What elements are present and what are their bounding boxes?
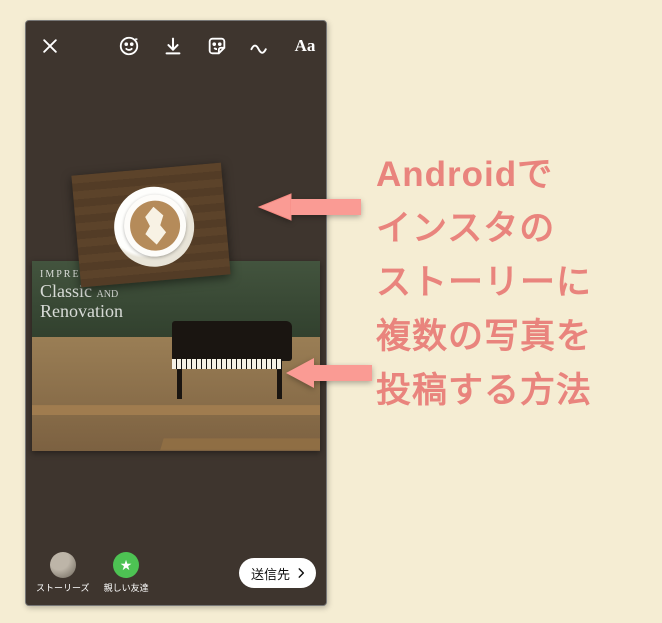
your-story-button[interactable]: ストーリーズ: [36, 552, 90, 594]
tutorial-caption: Androidで インスタの ストーリーに 複数の写真を 投稿する方法: [376, 148, 592, 418]
star-icon: ★: [113, 552, 139, 578]
draw-icon[interactable]: [248, 33, 274, 59]
story-canvas: IMPRESSION Classic AND Renovation: [26, 21, 326, 605]
avatar-icon: [50, 552, 76, 578]
annotation-arrow-1: [253, 182, 363, 232]
caption-line: インスタの: [376, 202, 592, 256]
story-editor-toolbar: Aa: [26, 21, 326, 71]
text-tool-button[interactable]: Aa: [292, 33, 318, 59]
send-to-button[interactable]: 送信先: [239, 558, 316, 588]
annotation-arrow-2: [284, 348, 374, 398]
close-friends-label: 親しい友達: [104, 581, 149, 594]
close-friends-button[interactable]: ★ 親しい友達: [104, 552, 149, 594]
caption-line: 複数の写真を: [376, 310, 592, 364]
story-photo-foreground[interactable]: [71, 163, 230, 288]
caption-line: Androidで: [376, 148, 592, 202]
caption-line: ストーリーに: [376, 256, 592, 310]
effects-icon[interactable]: [116, 33, 142, 59]
story-bottom-bar: ストーリーズ ★ 親しい友達 送信先: [26, 541, 326, 605]
sticker-icon[interactable]: [204, 33, 230, 59]
story-photo-background[interactable]: IMPRESSION Classic AND Renovation: [32, 261, 320, 451]
caption-line: 投稿する方法: [376, 364, 592, 418]
chevron-right-icon: [294, 566, 308, 580]
your-story-label: ストーリーズ: [36, 581, 90, 594]
phone-frame: IMPRESSION Classic AND Renovation: [25, 20, 327, 606]
send-to-label: 送信先: [251, 564, 290, 583]
close-button[interactable]: [34, 33, 66, 59]
download-icon[interactable]: [160, 33, 186, 59]
piano-illustration: [142, 321, 302, 401]
